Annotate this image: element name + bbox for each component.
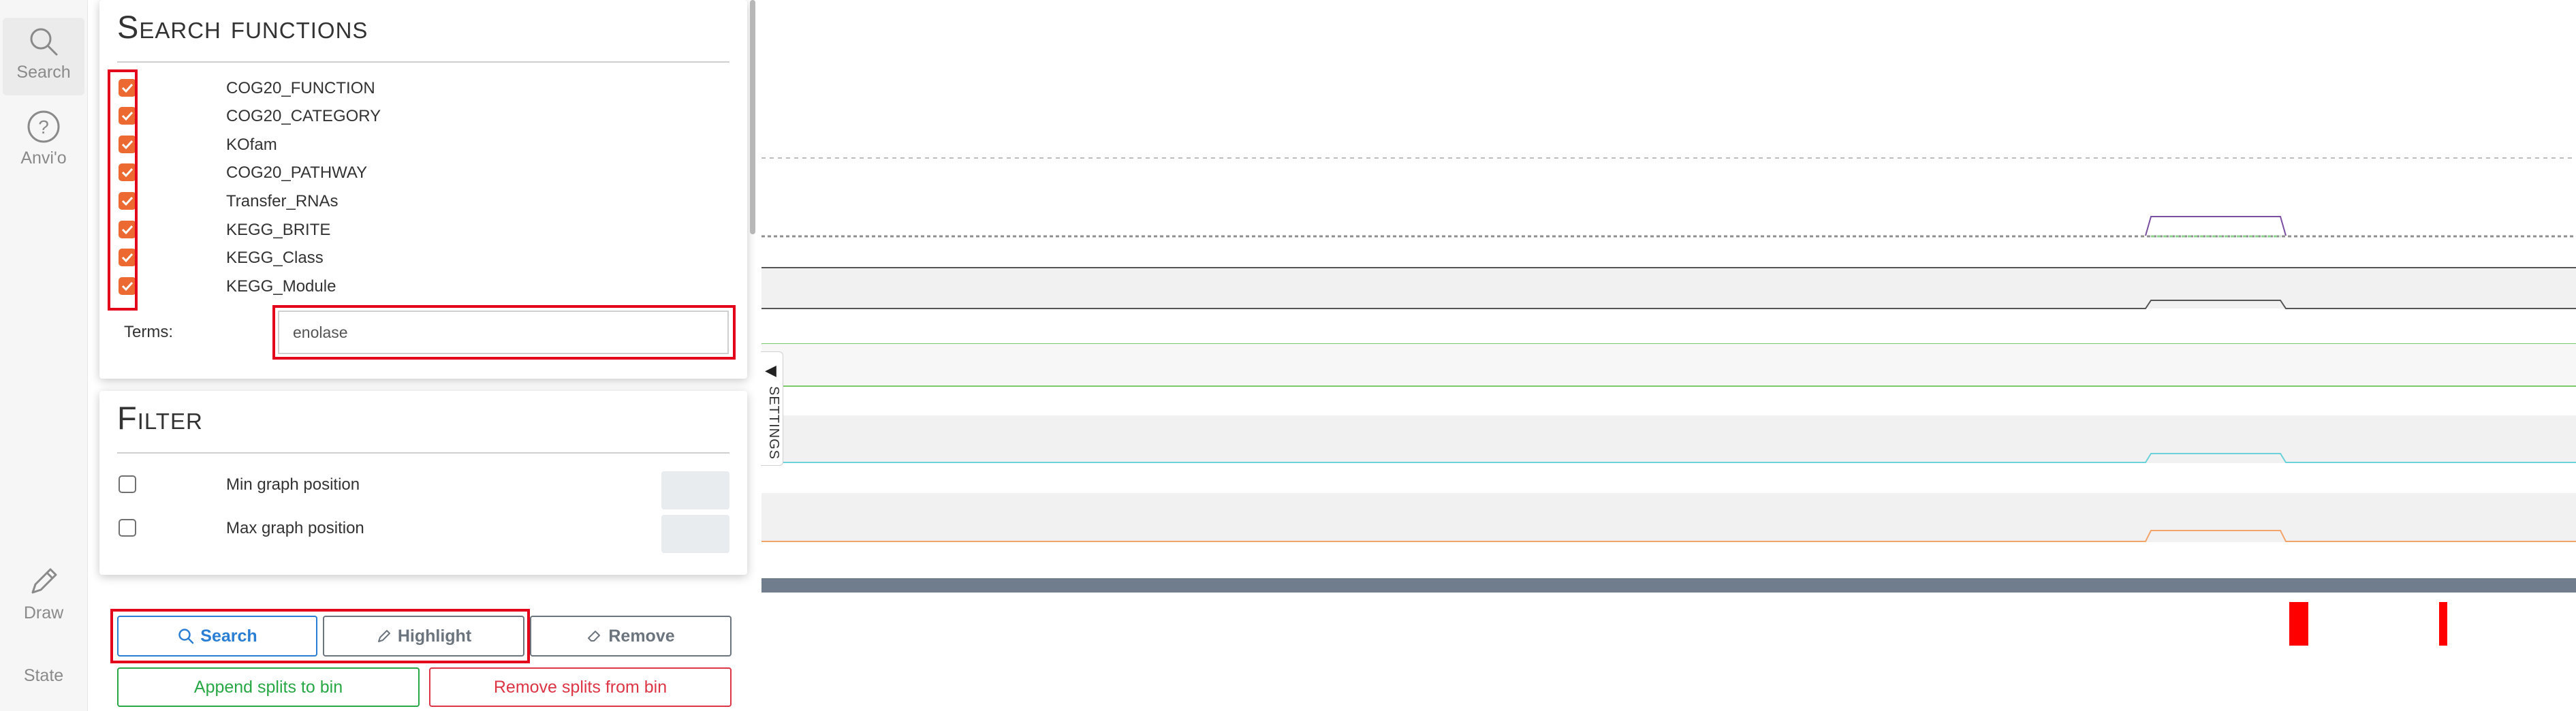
source-label: KEGG_Class bbox=[226, 249, 324, 267]
sidebar-item-draw[interactable]: Draw bbox=[0, 564, 87, 623]
search-button-label: Search bbox=[200, 626, 257, 646]
source-checkbox-row[interactable]: KEGG_Class bbox=[116, 244, 715, 272]
svg-text:?: ? bbox=[38, 116, 49, 138]
checkbox[interactable] bbox=[119, 475, 136, 493]
settings-tab[interactable]: ◀ SETTINGS bbox=[761, 351, 783, 466]
source-checkbox-row[interactable]: KEGG_Module bbox=[116, 273, 715, 300]
track-bg-4 bbox=[761, 493, 2576, 542]
source-checkbox-row[interactable]: KOfam bbox=[116, 131, 715, 159]
search-button[interactable]: Search bbox=[117, 616, 317, 657]
track-bg-1 bbox=[761, 268, 2576, 309]
remove-button[interactable]: Remove bbox=[530, 616, 732, 657]
append-splits-label: Append splits to bin bbox=[193, 677, 343, 697]
source-checkbox-row[interactable]: COG20_CATEGORY bbox=[116, 103, 715, 130]
help-icon: ? bbox=[27, 110, 60, 143]
panel-title: Search functions bbox=[117, 9, 368, 45]
sidebar-item-state[interactable]: State bbox=[0, 666, 87, 686]
filter-panel: Filter Min graph position Max graph posi… bbox=[99, 391, 747, 575]
remove-splits-label: Remove splits from bin bbox=[493, 677, 667, 697]
search-icon bbox=[178, 629, 194, 644]
search-hit-marker bbox=[2289, 602, 2308, 646]
source-label: COG20_FUNCTION bbox=[226, 79, 375, 97]
coverage-bump bbox=[2145, 216, 2287, 236]
append-splits-button[interactable]: Append splits to bin bbox=[117, 667, 420, 707]
remove-splits-button[interactable]: Remove splits from bin bbox=[429, 667, 732, 707]
filter-option-label: Min graph position bbox=[226, 475, 360, 494]
sidebar-item-label: Draw bbox=[23, 603, 64, 622]
settings-tab-label: SETTINGS bbox=[766, 386, 781, 460]
sidebar-item-label: Search bbox=[16, 63, 71, 82]
max-position-input[interactable] bbox=[661, 515, 729, 553]
sidebar-item-label: State bbox=[23, 666, 64, 685]
search-functions-panel: Search functions COG20_FUNCTION COG20_CA… bbox=[99, 0, 755, 379]
source-label: COG20_PATHWAY bbox=[226, 163, 368, 182]
pencil-icon bbox=[377, 630, 390, 642]
highlight-button[interactable]: Highlight bbox=[323, 616, 524, 657]
pencil-icon bbox=[31, 568, 57, 594]
divider bbox=[117, 452, 729, 454]
track-bg-2 bbox=[761, 344, 2576, 386]
collapse-arrow-icon: ◀ bbox=[765, 362, 776, 379]
source-label: KEGG_Module bbox=[226, 277, 336, 296]
source-label: KEGG_BRITE bbox=[226, 221, 331, 239]
track-bg-3 bbox=[761, 415, 2576, 463]
source-label: COG20_CATEGORY bbox=[226, 107, 381, 125]
panel-scrollbar[interactable] bbox=[750, 0, 755, 234]
sidebar-item-anvio[interactable]: ? Anvi'o bbox=[0, 109, 87, 168]
sidebar-item-label: Anvi'o bbox=[20, 148, 67, 168]
search-icon bbox=[30, 28, 58, 56]
terms-highlight-box bbox=[272, 305, 736, 360]
checkbox-highlight-box bbox=[108, 69, 138, 311]
remove-button-label: Remove bbox=[608, 626, 675, 646]
source-checkbox-row[interactable]: COG20_PATHWAY bbox=[116, 159, 715, 187]
source-label: Transfer_RNAs bbox=[226, 192, 339, 210]
source-checkbox-row[interactable]: Transfer_RNAs bbox=[116, 188, 715, 215]
source-label: KOfam bbox=[226, 136, 277, 154]
track-view[interactable] bbox=[761, 0, 2576, 711]
eraser-icon bbox=[588, 631, 601, 642]
filter-option-row[interactable]: Min graph position bbox=[116, 471, 715, 499]
min-position-input[interactable] bbox=[661, 471, 729, 509]
filter-option-row[interactable]: Max graph position bbox=[116, 515, 715, 542]
terms-label: Terms: bbox=[124, 323, 173, 341]
gene-track-bar bbox=[761, 578, 2576, 592]
divider bbox=[117, 61, 729, 63]
filter-option-label: Max graph position bbox=[226, 519, 364, 537]
checkbox[interactable] bbox=[119, 519, 136, 537]
left-sidebar: Search ? Anvi'o Draw State bbox=[0, 0, 88, 711]
highlight-button-label: Highlight bbox=[397, 626, 472, 646]
source-checkbox-row[interactable]: COG20_FUNCTION bbox=[116, 75, 715, 102]
search-hit-marker bbox=[2439, 602, 2447, 646]
sidebar-item-search[interactable]: Search bbox=[3, 18, 84, 95]
source-checkbox-row[interactable]: KEGG_BRITE bbox=[116, 217, 715, 244]
panel-title: Filter bbox=[117, 400, 203, 436]
